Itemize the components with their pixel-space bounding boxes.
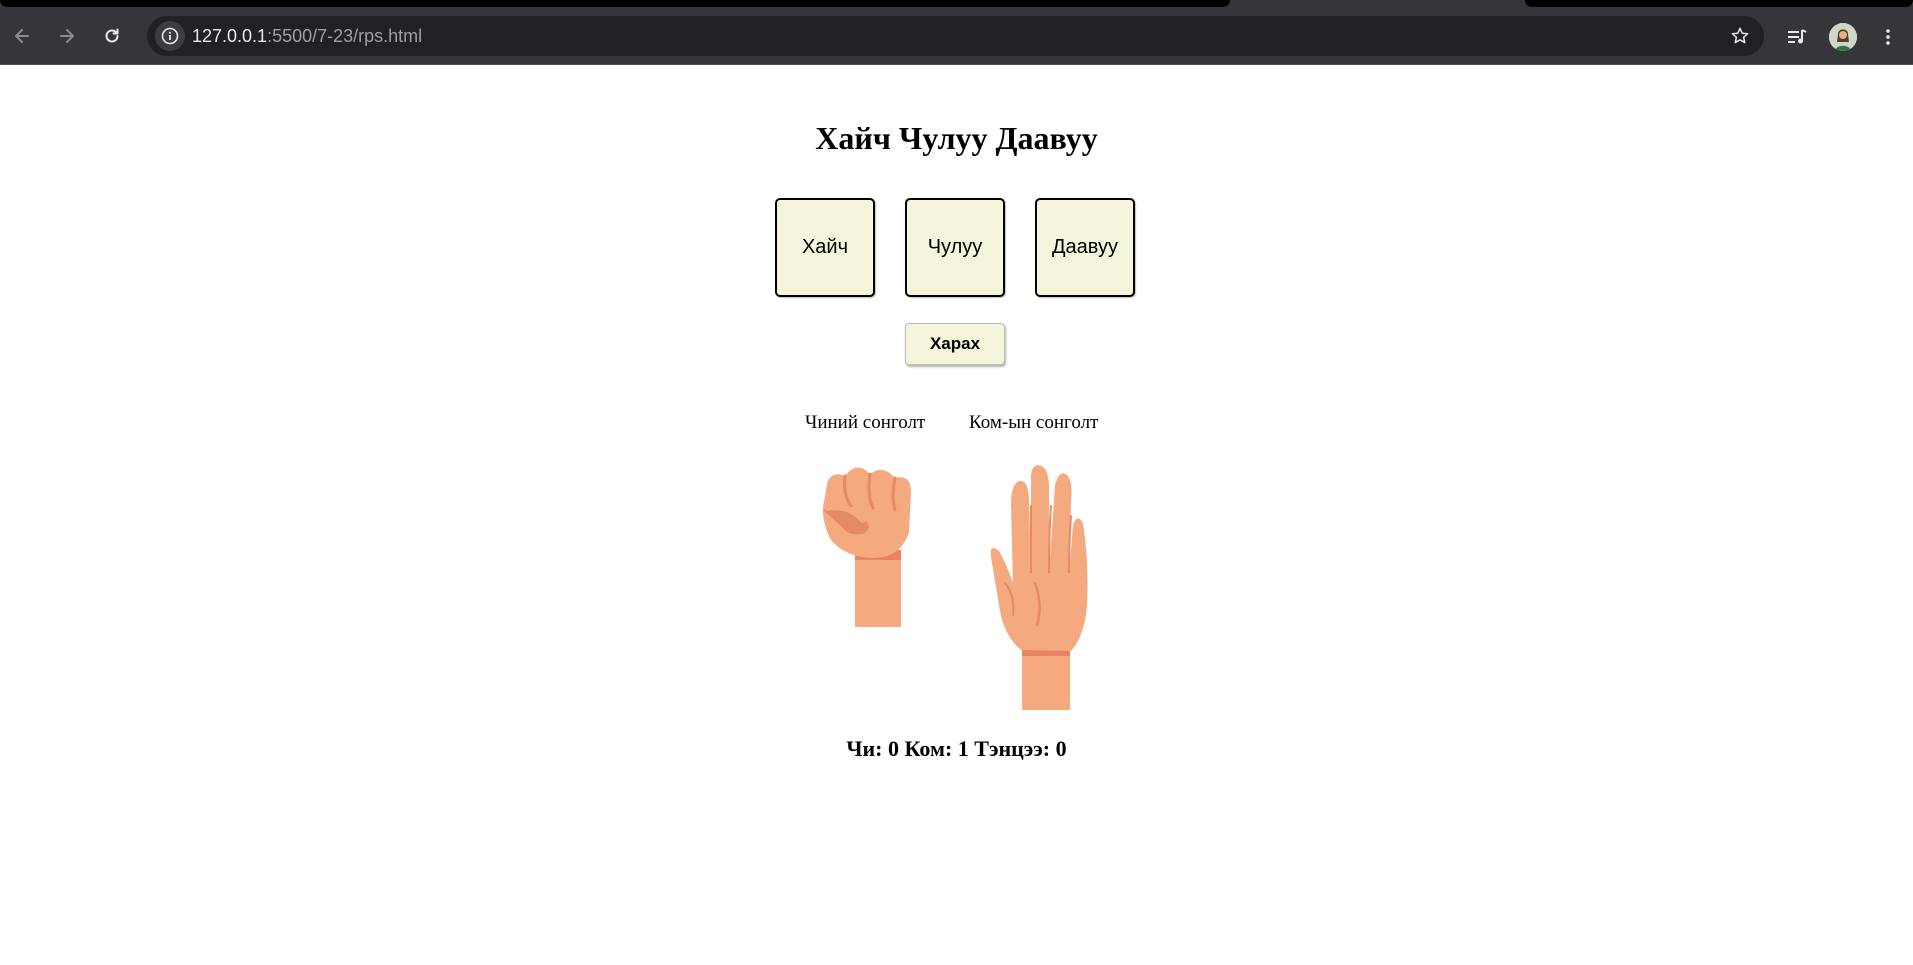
forward-arrow-icon — [60, 29, 74, 43]
bookmark-star-icon[interactable] — [1728, 24, 1752, 48]
page-title: Хайч Чулуу Даавуу — [815, 120, 1098, 156]
show-result-button[interactable]: Харах — [905, 323, 1005, 365]
kebab-menu-icon[interactable] — [1876, 25, 1900, 49]
scoreboard: Чи: 0 Ком: 1 Тэнцээ: 0 — [0, 736, 1913, 762]
computer-score-label: Ком: — [904, 736, 953, 761]
back-button[interactable] — [3, 17, 41, 55]
paper-button[interactable]: Даавуу — [1035, 198, 1135, 297]
back-arrow-icon — [15, 29, 29, 43]
player-score-label: Чи: — [846, 736, 883, 761]
forward-button[interactable] — [48, 17, 86, 55]
browser-tab[interactable] — [0, 0, 1230, 7]
url-host: 127.0.0.1 — [192, 26, 268, 46]
tie-score: 0 — [1055, 736, 1067, 761]
address-bar[interactable]: 127.0.0.1:5500/7-23/rps.html — [147, 16, 1764, 56]
reload-button[interactable] — [93, 17, 131, 55]
url-path: :5500/7-23/rps.html — [267, 26, 423, 46]
profile-avatar[interactable] — [1829, 23, 1857, 51]
computer-choice-label: Ком-ын сонголт — [969, 412, 1099, 433]
browser-toolbar: 127.0.0.1:5500/7-23/rps.html — [0, 8, 1913, 65]
site-info-icon[interactable] — [155, 21, 185, 51]
reload-icon — [105, 28, 119, 43]
browser-tab[interactable] — [1525, 0, 1913, 7]
computer-paper-hand-image — [990, 465, 1088, 710]
player-score: 0 — [888, 736, 900, 761]
rock-button[interactable]: Чулуу — [905, 198, 1005, 297]
player-fist-image — [823, 467, 911, 627]
tab-strip — [0, 0, 1913, 8]
player-choice-label: Чиний сонголт — [805, 412, 926, 433]
tie-score-label: Тэнцээ: — [974, 736, 1051, 761]
media-queue-icon[interactable] — [1785, 25, 1809, 49]
computer-score: 1 — [957, 736, 969, 761]
url-text: 127.0.0.1:5500/7-23/rps.html — [192, 16, 422, 56]
scissors-button[interactable]: Хайч — [775, 198, 875, 297]
